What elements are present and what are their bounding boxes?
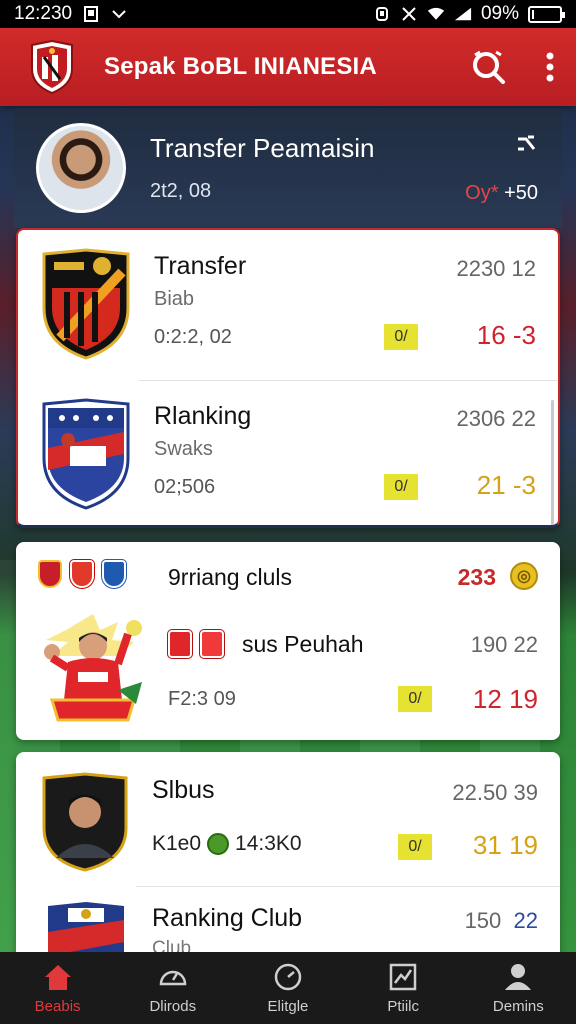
nav-label: Elitgle [267,997,309,1015]
status-badge: 0/ [398,686,432,712]
row-number: 2230 12 [456,256,536,281]
card-score: 31 19 [472,830,538,860]
row-number-b: 22 [513,908,538,933]
card-title: Slbus [152,776,215,804]
club-card[interactable]: 9rriang cluls 233 ◎ sus Peuhah 190 22 F2… [16,542,560,740]
nav-label: Ptiilc [387,997,419,1015]
chart-icon [388,962,418,992]
club-crest-icon [42,398,130,510]
club-crest-group [38,560,126,588]
status-badge: 0/ [384,474,418,500]
card-number: 190 22 [470,632,538,657]
card-info-line: K1e0 14:3K0 [152,832,302,856]
player-avatar [36,123,126,213]
mascot-icon [44,614,142,722]
wifi-icon [427,5,445,23]
alarm-icon [373,5,391,23]
row-number: 2306 22 [456,406,536,431]
row-number-a: 150 [464,908,502,933]
signal-icon [454,5,472,23]
card-score: 12 19 [472,684,538,714]
nav-item-clock[interactable]: Elitgle [238,962,338,1015]
swap-icon[interactable] [465,131,538,162]
scrollbar[interactable] [551,400,554,525]
mute-icon [400,5,418,23]
bottom-navigation: Beabis Dlirods Elitgle Ptiilc Demins [0,952,576,1024]
search-icon[interactable] [470,49,506,85]
row-title: Ranking Club [152,904,303,932]
battery-icon [528,5,565,23]
row-title: Transfer [154,252,247,280]
card-title: 9rriang cluls [168,564,292,590]
gauge-icon [158,962,188,992]
header-stat: Oy* +50 [465,182,538,204]
status-bar: 12:230 09% [0,0,576,28]
app-bar: Sepak BoBL INIANESIA [0,28,576,106]
list-item[interactable]: Transfer Biab 0:2:2, 02 2230 12 0/ 16 -3 [18,230,558,380]
app-logo-icon [31,39,73,95]
card-subtitle-row: sus Peuhah [168,630,363,658]
row-number: 150 22 [465,908,538,934]
notification-icon [82,5,100,23]
status-time: 12:230 [14,3,73,24]
club-crest-icon [38,560,62,588]
nav-label: Beabis [34,997,81,1015]
header-title: Transfer Peamaisin [150,133,375,163]
club-crest-icon [168,630,192,658]
status-badge: 0/ [398,834,432,860]
ball-icon [207,833,230,855]
header-stat-red: Oy* [465,182,499,204]
nav-label: Dlirods [149,997,197,1015]
list-item[interactable]: Rlanking Swaks 02;506 2306 22 0/ 21 -3 [18,380,558,525]
transfer-header[interactable]: Transfer Peamaisin 2t2, 08 Oy* +50 [14,108,562,228]
more-vertical-icon[interactable] [546,52,554,82]
home-icon [43,962,73,992]
header-stat-white: +50 [504,182,538,204]
card-subtitle: sus Peuhah [242,630,364,657]
divider [136,886,560,887]
info-left: K1e0 [152,832,202,855]
row-score: 16 -3 [476,320,536,350]
card-count: 233 [457,564,496,590]
nav-item-home[interactable]: Beabis [8,962,108,1015]
row-title: Rlanking [154,402,252,430]
status-badge: 0/ [384,324,418,350]
row-score: 21 -3 [476,470,536,500]
row-subtitle: Swaks [154,438,213,460]
card-date: F2:3 09 [168,688,236,710]
person-icon [503,962,533,992]
club-crest-icon [42,248,130,360]
coin-icon: ◎ [510,562,538,590]
chevron-down-icon [110,5,128,23]
header-subtitle: 2t2, 08 [150,180,212,202]
player-avatar [42,772,128,872]
row-date: 02;506 [154,476,216,498]
app-title: Sepak BoBL INIANESIA [104,53,377,80]
club-crest-icon [70,560,94,588]
row-date: 0:2:2, 02 [154,326,232,348]
squad-card: Slbus 22.50 39 K1e0 14:3K0 0/ 31 19 Rank… [16,752,560,962]
battery-percent: 09% [480,3,519,24]
club-crest-icon [200,630,224,658]
transfer-card: Transfer Biab 0:2:2, 02 2230 12 0/ 16 -3… [16,228,560,528]
nav-label: Demins [492,997,544,1015]
info-right: 14:3K0 [235,832,302,855]
nav-item-chart[interactable]: Ptiilc [353,962,453,1015]
card-number: 22.50 39 [452,780,538,805]
nav-item-gauge[interactable]: Dlirods [123,962,223,1015]
clock-icon [273,962,303,992]
club-crest-icon [102,560,126,588]
battery-level [532,9,534,19]
row-subtitle: Biab [154,288,195,310]
nav-item-profile[interactable]: Demins [468,962,568,1015]
